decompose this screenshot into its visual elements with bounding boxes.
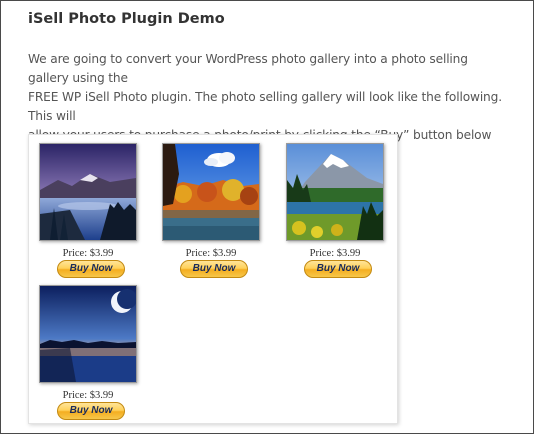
post-title: iSell Photo Plugin Demo	[28, 11, 225, 27]
description-line: We are going to convert your WordPress p…	[28, 52, 468, 85]
page-frame: iSell Photo Plugin Demo We are going to …	[0, 0, 534, 434]
price-label: Price: $3.99	[309, 248, 361, 259]
buy-now-button[interactable]: Buy Now	[57, 260, 125, 278]
autumn-lake-photo[interactable]	[162, 143, 260, 241]
price-label: Price: $3.99	[62, 248, 114, 259]
photo-gallery: Price: $3.99 Buy Now Price: $3.99 Buy No…	[28, 134, 398, 424]
buy-now-button[interactable]: Buy Now	[57, 402, 125, 420]
buy-now-button[interactable]: Buy Now	[304, 260, 372, 278]
description-line: FREE WP iSell Photo plugin. The photo se…	[28, 90, 502, 123]
price-label: Price: $3.99	[62, 390, 114, 401]
buy-now-button[interactable]: Buy Now	[180, 260, 248, 278]
mountain-lake-dusk-photo[interactable]	[39, 143, 137, 241]
moon-lake-night-photo[interactable]	[39, 285, 137, 383]
snow-mountain-lake-photo[interactable]	[286, 143, 384, 241]
price-label: Price: $3.99	[185, 248, 237, 259]
